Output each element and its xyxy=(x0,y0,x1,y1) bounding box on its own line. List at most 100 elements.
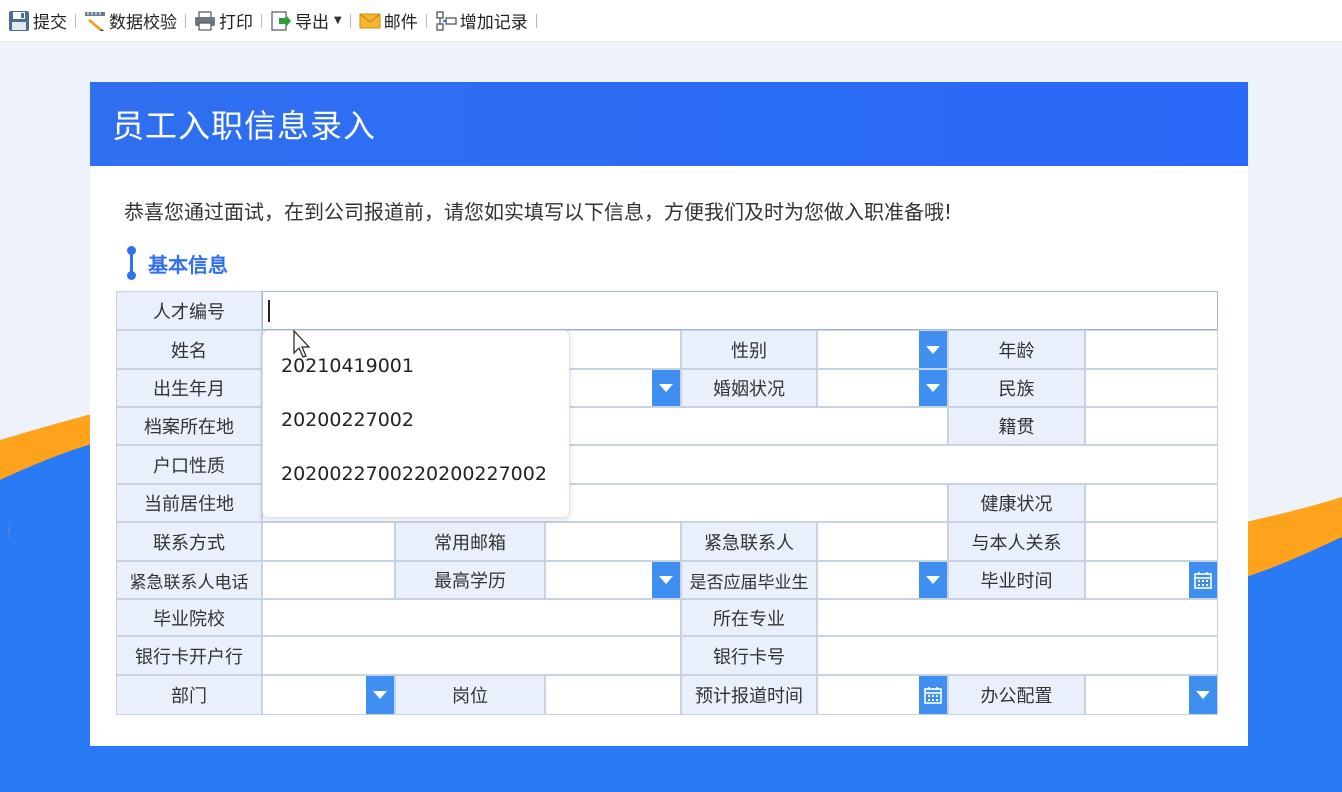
archive-location-label: 档案所在地 xyxy=(116,407,262,445)
triangle-down-icon xyxy=(659,576,673,584)
toolbar-separator xyxy=(535,13,537,28)
native-place-input[interactable] xyxy=(1086,408,1217,444)
mail-label: 邮件 xyxy=(383,13,418,33)
emergency-contact-field[interactable] xyxy=(817,522,948,561)
grad-time-label: 毕业时间 xyxy=(948,561,1085,599)
bank-label: 银行卡开户行 xyxy=(116,636,262,675)
major-field[interactable] xyxy=(817,599,1218,636)
suggestion-item[interactable]: 20200227002 xyxy=(281,409,414,431)
talent-no-field[interactable] xyxy=(262,291,1218,330)
school-label: 毕业院校 xyxy=(116,599,262,636)
fresh-grad-label: 是否应届毕业生 xyxy=(681,561,817,599)
age-label: 年龄 xyxy=(948,330,1085,369)
print-label: 打印 xyxy=(219,13,253,33)
household-type-label: 户口性质 xyxy=(116,445,262,484)
email-input[interactable] xyxy=(546,523,680,560)
print-button[interactable]: 打印 xyxy=(188,6,259,36)
submit-button[interactable]: 提交 xyxy=(2,6,73,36)
ethnicity-label: 民族 xyxy=(948,369,1085,407)
validate-button[interactable]: 数据校验 xyxy=(78,6,183,36)
age-input[interactable] xyxy=(1086,331,1217,368)
report-time-field[interactable] xyxy=(817,675,948,715)
office-equipment-dropdown-button[interactable] xyxy=(1189,676,1217,714)
health-field[interactable] xyxy=(1085,484,1218,522)
card-no-label: 银行卡号 xyxy=(681,636,817,675)
calendar-icon xyxy=(1194,572,1212,589)
department-label: 部门 xyxy=(116,675,262,715)
add-record-button[interactable]: 增加记录 xyxy=(429,6,534,36)
department-select[interactable] xyxy=(262,675,395,715)
report-time-label: 预计报道时间 xyxy=(681,675,817,715)
resize-grip-icon[interactable]: ⋮ ⋮ xyxy=(4,525,14,539)
contact-input[interactable] xyxy=(263,523,394,560)
triangle-down-icon xyxy=(926,384,940,392)
ethnicity-input[interactable] xyxy=(1086,370,1217,406)
school-input[interactable] xyxy=(263,600,680,635)
relationship-label: 与本人关系 xyxy=(948,522,1085,561)
education-label: 最高学历 xyxy=(395,561,545,599)
education-dropdown-button[interactable] xyxy=(652,562,680,598)
grad-time-field[interactable] xyxy=(1085,561,1218,599)
caret-down-icon: ▼ xyxy=(334,15,342,26)
department-dropdown-button[interactable] xyxy=(366,676,394,714)
calendar-icon xyxy=(924,687,942,704)
email-field[interactable] xyxy=(545,522,681,561)
toolbar-separator xyxy=(75,13,76,28)
gender-select[interactable] xyxy=(817,330,948,369)
birth-month-label: 出生年月 xyxy=(116,369,262,407)
native-place-field[interactable] xyxy=(1085,407,1218,445)
marital-label: 婚姻状况 xyxy=(681,369,817,407)
submit-label: 提交 xyxy=(33,13,67,33)
toolbar-separator xyxy=(349,13,351,28)
fresh-grad-select[interactable] xyxy=(817,561,948,599)
card-no-field[interactable] xyxy=(817,636,1218,675)
gender-dropdown-button[interactable] xyxy=(919,331,947,368)
validate-label: 数据校验 xyxy=(109,13,177,33)
emergency-contact-label: 紧急联系人 xyxy=(681,522,817,561)
ethnicity-field[interactable] xyxy=(1085,369,1218,407)
report-time-calendar-button[interactable] xyxy=(919,676,947,714)
grad-time-calendar-button[interactable] xyxy=(1189,562,1217,598)
suggestion-item[interactable]: 2020022700220200227002 xyxy=(281,463,547,485)
position-label: 岗位 xyxy=(395,675,545,715)
position-field[interactable] xyxy=(545,675,681,715)
bank-field[interactable] xyxy=(262,636,681,675)
birth-month-dropdown-button[interactable] xyxy=(652,370,680,406)
marital-dropdown-button[interactable] xyxy=(919,370,947,406)
section-header: 基本信息 xyxy=(126,246,228,280)
bank-input[interactable] xyxy=(263,637,680,674)
marital-select[interactable] xyxy=(817,369,948,407)
health-input[interactable] xyxy=(1086,485,1217,521)
emergency-phone-field[interactable] xyxy=(262,561,395,599)
text-caret xyxy=(268,300,270,322)
page-title: 员工入职信息录入 xyxy=(112,107,377,145)
relationship-input[interactable] xyxy=(1086,523,1217,560)
envelope-icon xyxy=(359,13,381,28)
fresh-grad-dropdown-button[interactable] xyxy=(919,562,947,598)
toolbar-separator xyxy=(425,13,427,28)
intro-text: 恭喜您通过面试，在到公司报道前，请您如实填写以下信息，方便我们及时为您做入职准备… xyxy=(124,200,953,224)
section-title: 基本信息 xyxy=(148,252,228,277)
relationship-field[interactable] xyxy=(1085,522,1218,561)
age-field[interactable] xyxy=(1085,330,1218,369)
school-field[interactable] xyxy=(262,599,681,636)
mail-button[interactable]: 邮件 xyxy=(353,6,424,36)
name-label: 姓名 xyxy=(116,330,262,369)
major-input[interactable] xyxy=(818,600,1217,635)
emergency-contact-input[interactable] xyxy=(818,523,947,560)
contact-field[interactable] xyxy=(262,522,395,561)
card-no-input[interactable] xyxy=(818,637,1217,674)
card-header: 员工入职信息录入 xyxy=(90,82,1248,166)
office-equipment-select[interactable] xyxy=(1085,675,1218,715)
section-marker-icon xyxy=(126,246,136,280)
export-label: 导出 xyxy=(295,13,329,33)
talent-no-label: 人才编号 xyxy=(116,291,262,330)
pencil-ruler-icon xyxy=(85,11,105,31)
add-record-icon xyxy=(436,10,457,31)
export-icon xyxy=(271,10,291,31)
position-input[interactable] xyxy=(546,676,680,714)
emergency-phone-label: 紧急联系人电话 xyxy=(116,561,262,599)
export-button[interactable]: 导出 ▼ xyxy=(264,6,348,36)
emergency-phone-input[interactable] xyxy=(263,562,394,598)
education-select[interactable] xyxy=(545,561,681,599)
